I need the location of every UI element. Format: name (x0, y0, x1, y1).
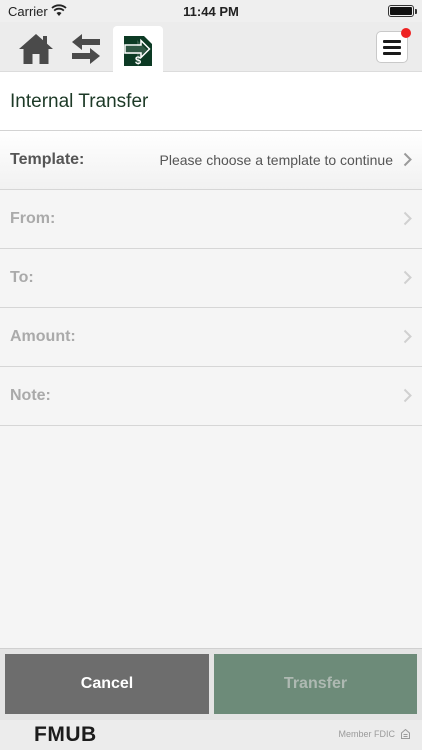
cancel-button[interactable]: Cancel (5, 654, 209, 714)
note-label: Note: (10, 387, 51, 404)
from-row[interactable]: From: (0, 190, 422, 249)
status-time: 11:44 PM (183, 4, 239, 19)
chevron-right-icon (403, 388, 412, 403)
empty-content-area (0, 426, 422, 648)
nav-internal-transfer-button[interactable]: $ (113, 26, 163, 72)
template-row[interactable]: Template: Please choose a template to co… (0, 131, 422, 190)
chevron-right-icon (403, 329, 412, 344)
action-bar: Cancel Transfer (0, 648, 422, 720)
footer: FMUB Member FDIC (0, 720, 422, 750)
nav-home-button[interactable] (14, 27, 58, 71)
amount-label: Amount: (10, 328, 76, 345)
home-icon (19, 34, 53, 64)
member-fdic-label: Member FDIC (338, 729, 395, 739)
note-row[interactable]: Note: (0, 367, 422, 426)
notification-badge (401, 28, 411, 38)
transfer-form: Template: Please choose a template to co… (0, 131, 422, 426)
template-label: Template: (10, 151, 85, 168)
svg-text:$: $ (135, 55, 141, 67)
chevron-right-icon (403, 270, 412, 285)
from-label: From: (10, 210, 56, 227)
amount-row[interactable]: Amount: (0, 308, 422, 367)
top-nav-bar: $ (0, 22, 422, 72)
hamburger-menu-icon (383, 39, 401, 55)
status-bar: Carrier 11:44 PM (0, 0, 422, 22)
battery-icon (388, 5, 417, 17)
chevron-right-icon (403, 152, 412, 167)
to-row[interactable]: To: (0, 249, 422, 308)
to-label: To: (10, 269, 34, 286)
brand-logo: FMUB (34, 723, 97, 746)
equal-housing-lender-icon (401, 729, 410, 739)
internal-transfer-icon: $ (122, 36, 152, 67)
menu-button[interactable] (376, 28, 411, 63)
chevron-right-icon (403, 211, 412, 226)
nav-transfers-button[interactable] (64, 27, 108, 71)
template-value: Please choose a template to continue (159, 152, 394, 168)
page-header: Internal Transfer (0, 72, 422, 131)
transfer-button[interactable]: Transfer (214, 654, 417, 714)
transfer-arrows-icon (72, 34, 100, 64)
page-title: Internal Transfer (10, 91, 149, 112)
